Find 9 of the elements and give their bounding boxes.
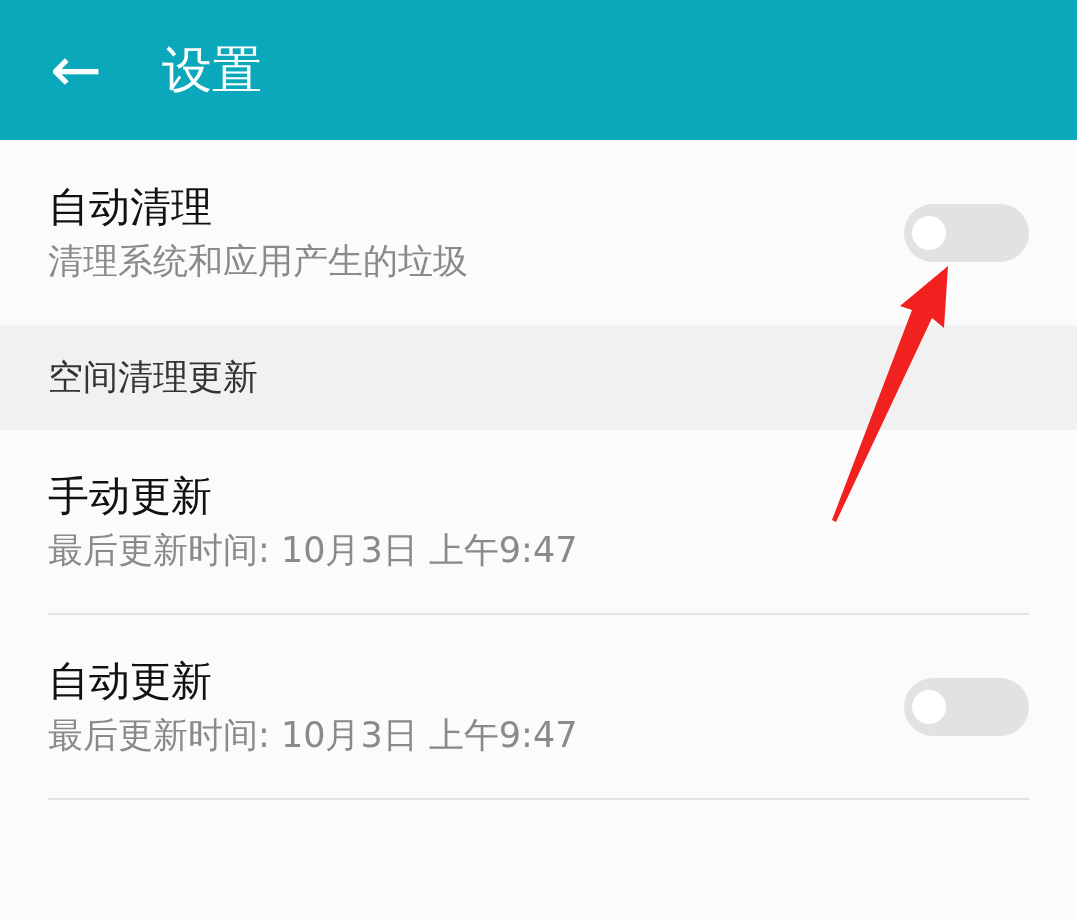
setting-description: 清理系统和应用产生的垃圾 <box>48 240 468 283</box>
section-header: 空间清理更新 <box>48 356 258 400</box>
setting-description: 最后更新时间: 10月3日 上午9:47 <box>48 529 578 572</box>
setting-title: 手动更新 <box>48 471 213 522</box>
back-button[interactable]: ← <box>50 39 102 101</box>
setting-title: 自动清理 <box>48 182 213 233</box>
screen-title: 设置 <box>161 39 262 101</box>
setting-description: 最后更新时间: 10月3日 上午9:47 <box>48 714 578 757</box>
setting-title: 自动更新 <box>48 656 213 707</box>
